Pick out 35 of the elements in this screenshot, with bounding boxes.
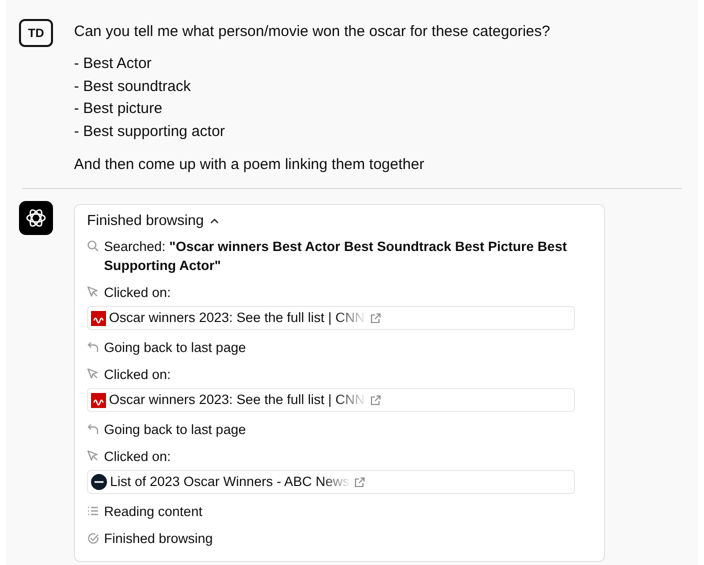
list-icon [87, 505, 99, 517]
chevron-up-icon [210, 218, 219, 224]
list-item: - Best soundtrack [74, 76, 192, 96]
check-circle-icon [87, 532, 99, 545]
browsing-toggle[interactable]: Finished browsing [87, 213, 219, 229]
step-text: Going back to last page [104, 421, 247, 439]
undo-arrow-icon [87, 341, 99, 353]
list-item: - Best Actor [74, 54, 153, 74]
step-text: Going back to last page [104, 339, 247, 357]
source-link[interactable]: Oscar winners 2023: See the full list | CNN [87, 388, 575, 412]
message-text: Can you tell me what person/movie won the oscar for these categories? [74, 22, 550, 42]
message-text: And then come up with a poem linking them together [74, 155, 426, 175]
search-icon [87, 240, 99, 252]
step-text: Reading content [104, 503, 204, 521]
news-logo-icon [91, 392, 106, 408]
list-item: - Best supporting actor [74, 122, 226, 142]
assistant-logo-icon [25, 207, 47, 229]
external-link-icon [354, 476, 366, 488]
external-link-icon [370, 394, 381, 406]
external-link-icon [370, 312, 381, 324]
step-text: Finished browsing [104, 530, 214, 548]
step-text: Clicked on: [104, 448, 172, 466]
news-logo-icon [91, 310, 106, 326]
step-text: Clicked on: [104, 284, 172, 302]
list-item: - Best picture [74, 99, 164, 119]
cursor-icon [87, 286, 99, 298]
cursor-icon [87, 368, 99, 380]
source-link[interactable]: List of 2023 Oscar Winners - ABC News [87, 470, 575, 494]
user-avatar: TD [19, 19, 53, 47]
step-text: Clicked on: [104, 366, 172, 384]
news-logo-icon [91, 474, 107, 490]
undo-arrow-icon [87, 423, 99, 435]
cursor-icon [87, 450, 99, 462]
source-link[interactable]: Oscar winners 2023: See the full list | CNN [87, 306, 575, 330]
step-text: Searched: "Oscar winners Best Actor Best Soundtrack Best Picture Best Supporting Actor" [104, 238, 568, 275]
